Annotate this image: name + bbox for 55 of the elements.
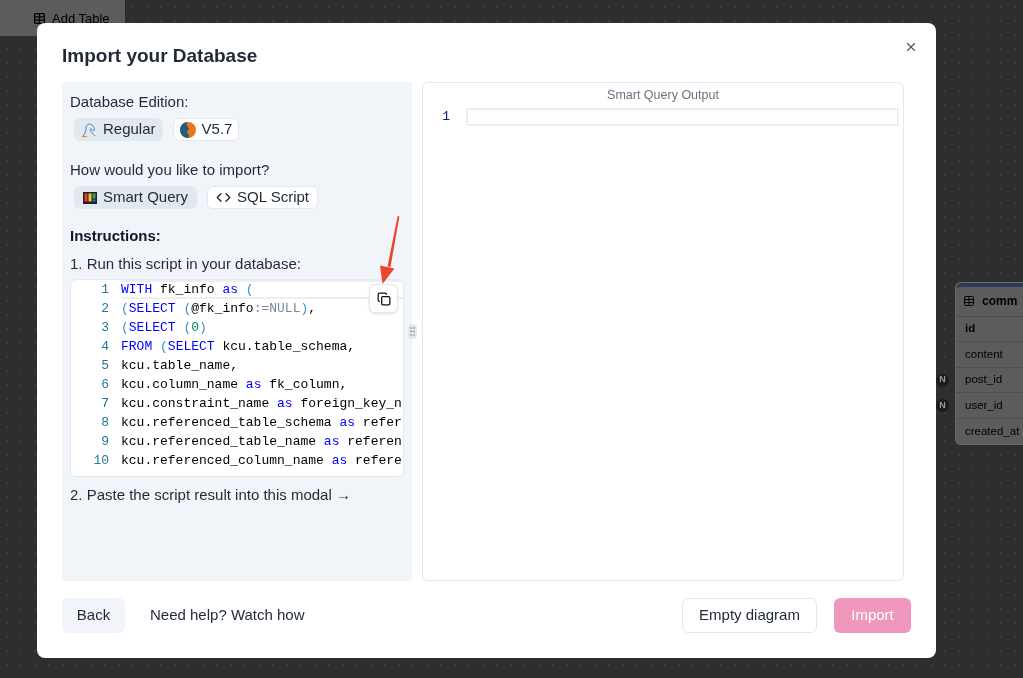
annotation-arrow [378, 215, 402, 285]
dialog-title: Import your Database [62, 44, 259, 68]
nullable-badge: N [936, 373, 949, 387]
help-link[interactable]: Need help? Watch how [150, 604, 305, 627]
code-line: kcu.referenced_column_name as refere [121, 452, 403, 470]
code-line: (SELECT (@fk_info:=NULL), [121, 300, 318, 318]
line-number: 9 [100, 432, 109, 451]
column-name: user_id [965, 397, 1003, 413]
code-line: kcu.referenced_table_name as referen [121, 433, 403, 451]
instructions-heading: Instructions: [70, 226, 162, 246]
code-line: kcu.column_name as fk_column, [121, 376, 349, 394]
line-number: 1 [100, 280, 109, 299]
line-number: 7 [100, 394, 109, 413]
color-blocks-icon [83, 190, 97, 205]
back-button[interactable]: Back [62, 598, 125, 633]
close-icon [904, 40, 918, 54]
copy-icon [376, 291, 391, 306]
table-title: comm [982, 293, 1018, 311]
empty-diagram-button[interactable]: Empty diagram [682, 598, 817, 633]
import-method-label: How would you like to import? [70, 160, 271, 180]
close-button[interactable] [904, 40, 918, 54]
swoosh-icon [81, 121, 97, 138]
line-number: 2 [100, 299, 109, 318]
code-line: kcu.table_name, [121, 357, 240, 375]
column-name: content [965, 346, 1003, 362]
step-text: 1. Run this script in your database: [70, 254, 302, 274]
column-name: post_id [965, 372, 1003, 388]
nullable-badge: N [936, 399, 949, 413]
import-method-option[interactable]: SQL Script [207, 186, 318, 209]
resize-handle[interactable] [408, 324, 417, 339]
code-line: kcu.referenced_table_schema as refer [121, 414, 403, 432]
table-icon [33, 11, 46, 25]
code-icon [216, 190, 232, 205]
line-number: 1 [441, 108, 450, 127]
import-method-option[interactable]: Smart Query [74, 186, 198, 209]
edition-option[interactable]: Regular [74, 118, 163, 141]
edition-option[interactable]: V5.7 [172, 118, 240, 141]
grip-icon [410, 327, 415, 336]
line-number: 5 [100, 356, 109, 375]
column-name: id [965, 321, 976, 337]
line-number: 6 [100, 375, 109, 394]
column-name: created_at [965, 423, 1020, 439]
output-title: Smart Query Output [606, 87, 720, 104]
copy-button[interactable] [369, 284, 398, 313]
edition-label: Database Edition: [70, 92, 190, 112]
table-icon [963, 295, 975, 308]
code-line: (SELECT (0) [121, 319, 208, 337]
step-text: 2. Paste the script result into this modal → [70, 485, 352, 505]
line-number: 4 [100, 337, 109, 356]
line-number: 10 [92, 451, 109, 470]
code-line: kcu.constraint_name as foreign_key_n [121, 395, 403, 413]
line-number: 8 [100, 413, 109, 432]
line-number: 3 [100, 318, 109, 337]
swirl-ball-icon [179, 121, 196, 138]
code-line: FROM (SELECT kcu.table_schema, [121, 338, 357, 356]
